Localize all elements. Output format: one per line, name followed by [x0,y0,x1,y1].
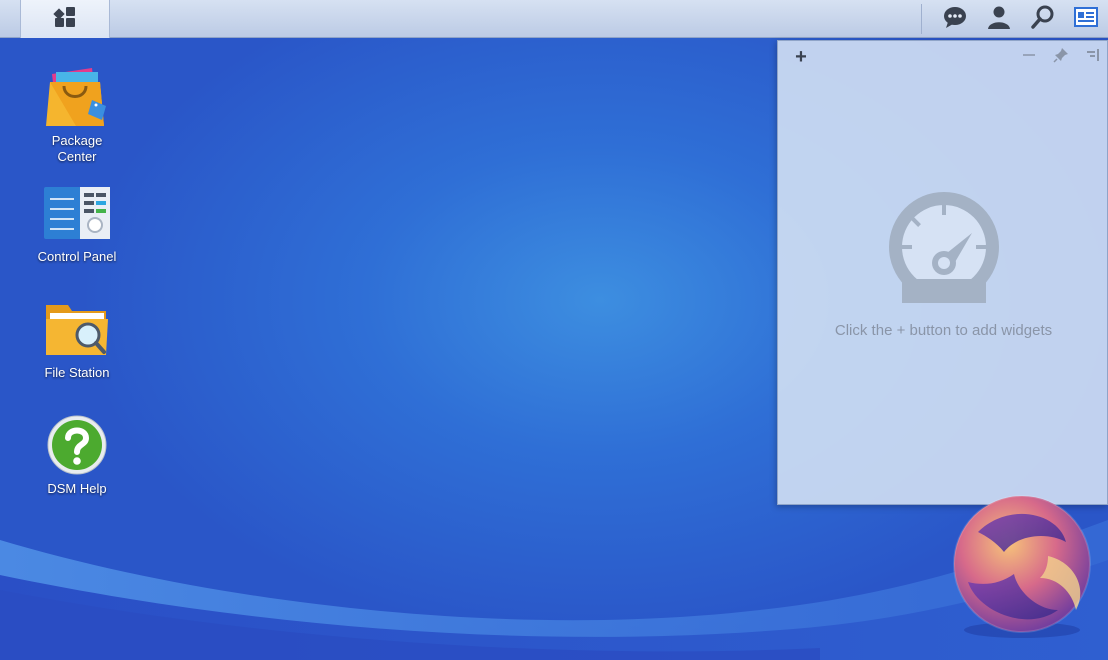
apps-grid-icon [53,5,77,34]
package-center-icon [42,62,112,132]
minimize-icon [1022,48,1036,67]
taskbar [0,0,1108,38]
decorative-orb-logo [953,495,1091,638]
notifications-button[interactable] [939,3,971,35]
widget-empty-state: Click the + button to add widgets [778,191,1108,339]
dsm-help-icon [42,410,112,480]
shortcut-dsm-help[interactable]: DSM Help [22,410,132,497]
search-icon [1031,5,1055,34]
file-station-icon [42,294,112,364]
user-icon [987,5,1011,34]
shortcut-label: Center [57,149,97,164]
search-button[interactable] [1027,3,1059,35]
pin-button[interactable] [1051,47,1071,67]
minimize-button[interactable] [1019,47,1039,67]
shortcut-label: DSM Help [47,481,107,496]
widget-panel: + Click the + button to add widgets [777,40,1108,505]
plus-icon: + [795,46,807,68]
gauge-icon [888,192,1000,309]
control-panel-icon [42,178,112,248]
add-widget-button[interactable]: + [791,47,811,67]
shortcut-label: File Station [44,365,110,380]
widget-empty-hint: Click the + button to add widgets [834,322,1053,339]
notifications-icon [942,5,968,34]
panel-menu-button[interactable] [1083,47,1103,67]
shortcut-control-panel[interactable]: Control Panel [22,178,132,265]
main-menu-button[interactable] [20,0,110,38]
shortcut-file-station[interactable]: File Station [22,294,132,381]
shortcut-label: Control Panel [37,249,117,264]
taskbar-separator [921,4,922,34]
shortcut-package-center[interactable]: Package Center [22,62,132,165]
desktop: Package Center Control Panel File Statio… [0,0,1108,660]
user-button[interactable] [983,3,1015,35]
widgets-button[interactable] [1070,3,1102,35]
panel-options-icon [1085,48,1101,67]
pin-icon [1053,47,1069,68]
shortcut-label: Package [51,133,103,148]
widgets-icon [1073,6,1099,33]
